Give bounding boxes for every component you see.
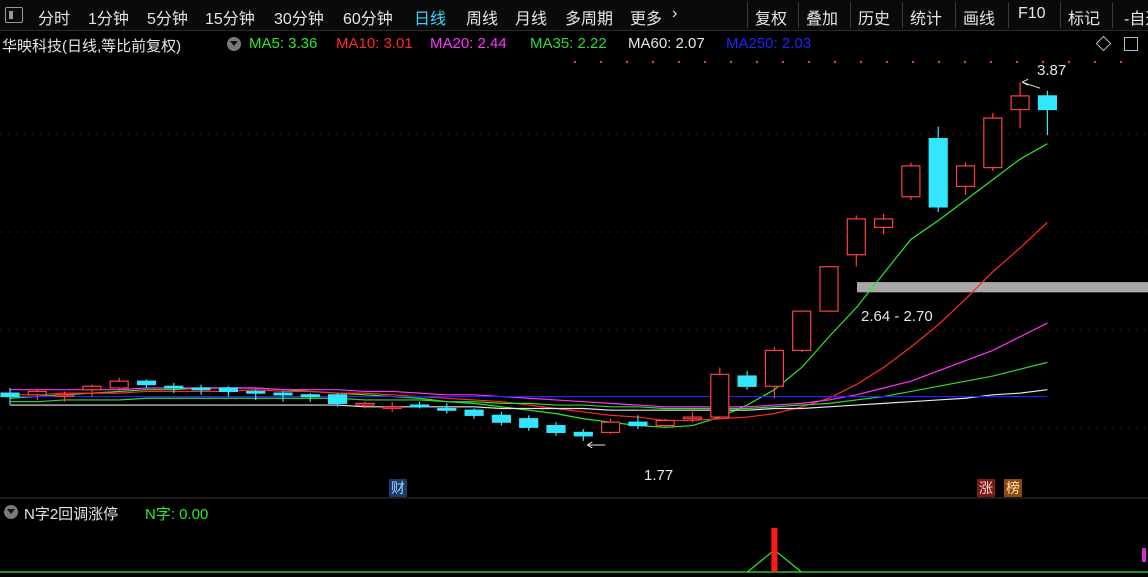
candle (846, 218, 866, 256)
finance-badge[interactable]: 财 (389, 479, 407, 497)
dot-marker (703, 60, 707, 64)
dot-marker (573, 60, 577, 64)
dot-marker (625, 60, 629, 64)
dot-marker (1015, 60, 1019, 64)
candle (819, 266, 839, 312)
candle (191, 387, 211, 391)
candle (491, 414, 511, 423)
candle (109, 380, 129, 389)
low-price-label: 1.77 (644, 467, 674, 484)
candle (628, 421, 648, 427)
candle (0, 392, 20, 398)
dot-marker (1119, 60, 1123, 64)
candle (464, 409, 484, 416)
candle (300, 394, 320, 398)
zone-label: 2.64 - 2.70 (861, 308, 933, 325)
candle (573, 431, 593, 437)
dot-marker (651, 60, 655, 64)
indicator-title: N字2回调涨停 (24, 506, 119, 523)
candle (682, 416, 703, 420)
dot-marker (807, 60, 811, 64)
candle (273, 392, 293, 396)
candle (901, 165, 921, 198)
candle (382, 406, 402, 409)
dot-marker (963, 60, 967, 64)
candle (82, 385, 102, 391)
dot-marker (781, 60, 785, 64)
indicator-dropdown-icon[interactable] (4, 505, 18, 519)
dot-marker (989, 60, 993, 64)
candle (928, 137, 948, 208)
dot-marker (937, 60, 941, 64)
candle (955, 165, 976, 188)
candle (519, 418, 539, 428)
candle (1037, 95, 1058, 111)
limit-up-badge[interactable]: 涨 (977, 479, 995, 497)
candle (54, 394, 75, 397)
candle (546, 424, 566, 434)
high-arrow-icon (1021, 78, 1041, 89)
candle (710, 373, 730, 418)
dot-marker (677, 60, 681, 64)
dot-marker (859, 60, 863, 64)
candle (27, 390, 47, 396)
candlestick-chart (0, 60, 1148, 573)
candle (355, 402, 375, 406)
dot-marker (885, 60, 889, 64)
candle (983, 117, 1003, 169)
candle (164, 385, 184, 389)
dot-marker (755, 60, 759, 64)
candle (764, 349, 785, 387)
candle (737, 375, 757, 387)
candle (409, 404, 430, 408)
dot-marker (1093, 60, 1097, 64)
candle (1010, 95, 1030, 111)
low-arrow-icon (587, 441, 606, 449)
candle (792, 310, 812, 352)
high-price-label: 3.87 (1037, 62, 1067, 79)
dot-marker (599, 60, 603, 64)
candle (136, 380, 157, 386)
indicator-signal-bar (771, 528, 778, 572)
indicator-value: N字: 0.00 (145, 506, 209, 523)
ma-line-ma60 (10, 389, 1048, 411)
dot-marker (911, 60, 915, 64)
candle (246, 390, 266, 394)
candle (873, 218, 894, 229)
price-zone-bar (857, 282, 1148, 293)
candle (600, 421, 621, 434)
candle (218, 387, 238, 393)
ma-line-ma20 (10, 322, 1048, 408)
panel-divider[interactable] (0, 497, 1148, 499)
dot-marker (833, 60, 837, 64)
ranking-badge[interactable]: 榜 (1004, 479, 1022, 497)
candle (328, 394, 348, 404)
dot-marker (729, 60, 733, 64)
candle (655, 419, 675, 427)
dot-marker (1067, 60, 1071, 64)
candle (437, 407, 457, 411)
indicator-scroll-marker (1142, 548, 1146, 562)
